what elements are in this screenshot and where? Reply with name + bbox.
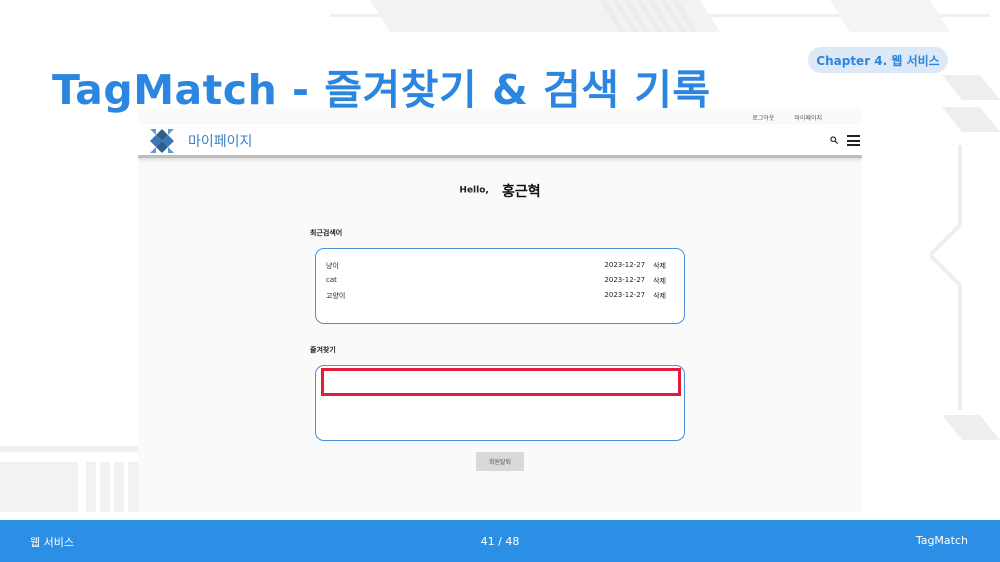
navbar: 마이페이지 [138,124,862,158]
mypage-screenshot: 로그아웃 마이페이지 마이페이지 Hello, 홍근혁 최근검색어 냥이 202… [138,108,862,512]
slide-title: TagMatch - 즐겨찾기 & 검색 기록 [52,66,711,114]
favorites-box [315,365,685,441]
hamburger-menu-icon[interactable] [847,135,860,146]
page-heading: 마이페이지 [188,134,253,150]
list-item[interactable]: 냥이 2023-12-27 삭제 [326,261,666,276]
decorative-stripes [330,0,990,32]
page-number: 41 / 48 [480,535,520,548]
hello-label: Hello, [459,185,489,196]
top-links: 로그아웃 마이페이지 [752,113,822,122]
favorites-title: 즐겨찾기 [310,346,336,354]
delete-button[interactable]: 삭제 [653,276,666,291]
delete-button[interactable]: 삭제 [653,291,666,306]
recent-search-box: 냥이 2023-12-27 삭제 cat 2023-12-27 삭제 고양이 2… [315,248,685,324]
decorative-right-shape [930,75,1000,440]
user-name: 홍근혁 [501,183,541,200]
search-term[interactable]: cat [326,276,337,291]
logo-icon[interactable] [148,127,176,155]
search-icon[interactable] [830,136,838,144]
highlight-box [321,368,681,396]
list-item[interactable]: 고양이 2023-12-27 삭제 [326,291,666,306]
mypage-link[interactable]: 마이페이지 [794,113,822,122]
list-item[interactable]: cat 2023-12-27 삭제 [326,276,666,291]
footer-project: TagMatch [915,534,968,547]
greeting: Hello, 홍근혁 [138,180,862,201]
footer-bar: 웹 서비스 41 / 48 TagMatch [0,520,1000,562]
logout-link[interactable]: 로그아웃 [752,113,774,122]
delete-button[interactable]: 삭제 [653,261,666,276]
withdraw-button[interactable]: 회원탈퇴 [476,452,524,471]
search-term[interactable]: 고양이 [326,291,345,306]
recent-search-title: 최근검색어 [310,229,343,237]
search-date: 2023-12-27 [604,291,646,299]
search-term[interactable]: 냥이 [326,261,339,276]
search-date: 2023-12-27 [604,261,646,269]
chapter-badge: Chapter 4. 웹 서비스 [808,47,948,73]
search-date: 2023-12-27 [604,276,646,284]
decorative-left-bars [0,446,140,512]
